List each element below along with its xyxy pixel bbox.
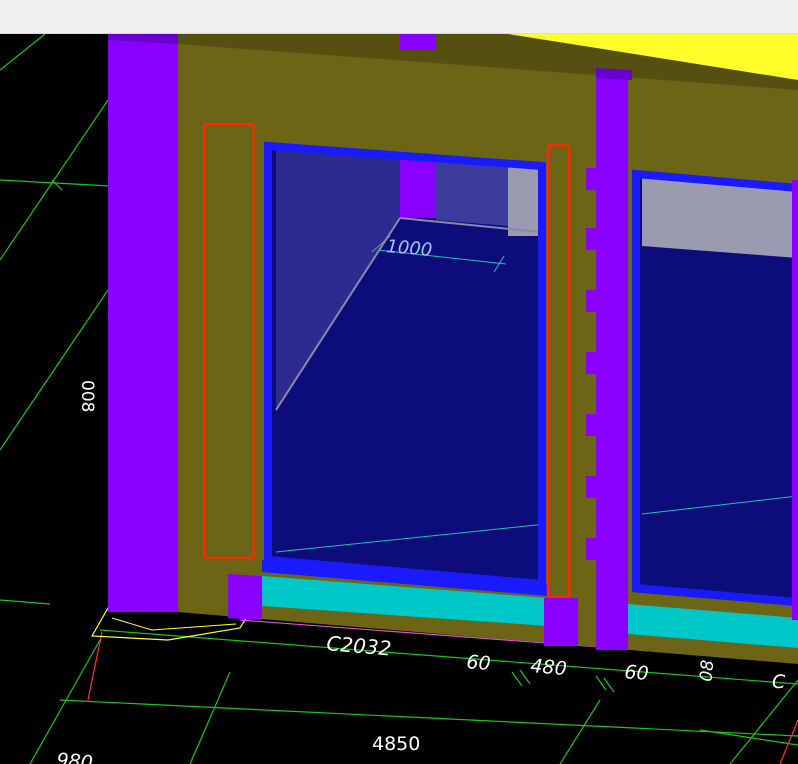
interior-column bbox=[400, 158, 436, 218]
interior-wall-bright bbox=[436, 160, 508, 226]
dim-60-left-label: 60 bbox=[466, 651, 492, 675]
dim-total-label: 4850 bbox=[372, 733, 420, 755]
window-right-interior-light bbox=[642, 178, 798, 258]
dim-980-label: 980 bbox=[56, 749, 94, 764]
room-depth-label: 1000 bbox=[386, 236, 433, 261]
dim-small-c-label: C bbox=[772, 671, 786, 693]
cad-3d-viewport[interactable]: 1000 C2032 60 480 60 08 C 4850 980 008 bbox=[0, 34, 798, 764]
sill-base-left bbox=[228, 574, 262, 620]
toolbar-strip bbox=[0, 0, 798, 34]
middle-column-top bbox=[596, 68, 632, 80]
top-column-stub bbox=[400, 34, 436, 50]
interior-wall-light bbox=[508, 165, 540, 236]
dim-60-right-label: 60 bbox=[624, 661, 650, 685]
left-column bbox=[108, 34, 178, 612]
dim-small-a-label: 08 bbox=[697, 659, 719, 682]
footing-outline-inner bbox=[111, 617, 237, 631]
dim-vertical-label: 008 bbox=[77, 380, 97, 412]
middle-column-base bbox=[544, 598, 578, 646]
dim-480-label: 480 bbox=[530, 655, 568, 680]
axis-line bbox=[87, 631, 103, 701]
middle-column bbox=[596, 76, 628, 650]
axis-line-right bbox=[779, 719, 798, 764]
right-column-edge bbox=[792, 180, 798, 620]
window-tag-label: C2032 bbox=[326, 631, 393, 661]
